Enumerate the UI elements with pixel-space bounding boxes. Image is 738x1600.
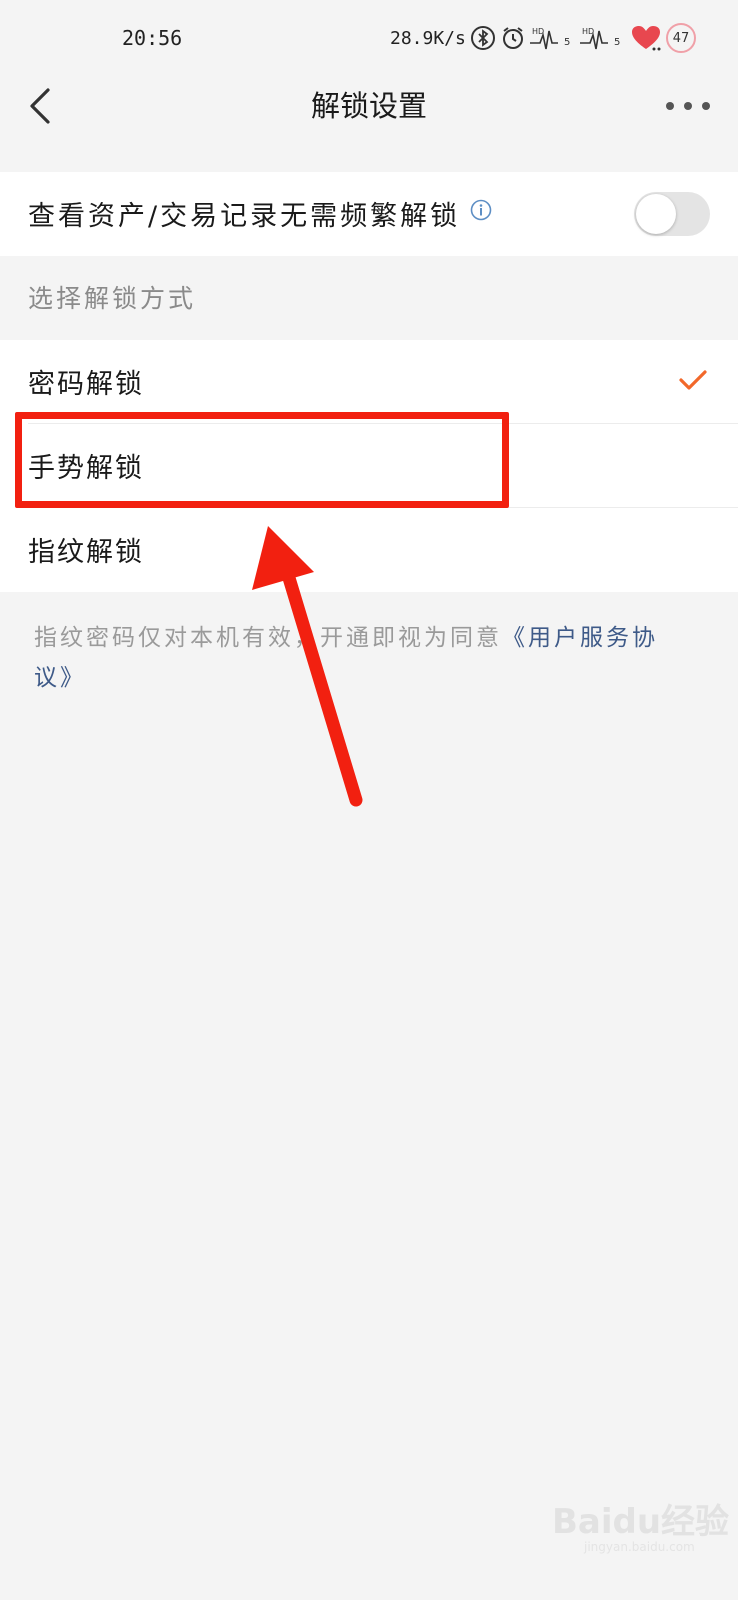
status-time: 20:56: [122, 26, 183, 50]
info-icon[interactable]: [470, 199, 492, 221]
toggle-knob: [636, 194, 676, 234]
page-title: 解锁设置: [310, 89, 427, 123]
battery-ring-icon: 47: [666, 23, 696, 53]
quick-view-row: 查看资产/交易记录无需频繁解锁: [0, 172, 738, 256]
status-bar: 20:56 28.9K/s HD 5 HD 5 47: [0, 0, 738, 70]
network-speed: 28.9K/s: [390, 28, 466, 49]
footnote-text: 指纹密码仅对本机有效，开通即视为同意: [34, 625, 502, 651]
alarm-icon: [503, 27, 523, 49]
more-dot: [666, 102, 674, 110]
signal-hd-5-icon: HD 5: [580, 27, 620, 50]
check-icon: [679, 370, 707, 390]
unlock-method-label: 密码解锁: [28, 369, 144, 400]
status-icons: HD 5 HD 5 47: [470, 22, 696, 54]
section-label: 选择解锁方式: [28, 284, 197, 313]
bluetooth-icon: [471, 26, 495, 50]
nav-bar: 解锁设置: [0, 70, 738, 142]
quick-view-label: 查看资产/交易记录无需频繁解锁: [28, 201, 461, 232]
more-options-icon[interactable]: [666, 92, 710, 120]
heart-icon: [632, 26, 661, 51]
more-dot: [702, 102, 710, 110]
signal-hd-5-icon: HD 5: [530, 27, 570, 50]
unlock-method-label: 指纹解锁: [28, 537, 144, 568]
watermark-url: jingyan.baidu.com: [584, 1540, 695, 1554]
quick-view-toggle[interactable]: [634, 192, 710, 236]
svg-text:5: 5: [614, 37, 620, 48]
footnote: 指纹密码仅对本机有效，开通即视为同意《用户服务协议》: [34, 618, 694, 698]
more-dot: [684, 102, 692, 110]
watermark-brand: Baidu经验: [552, 1502, 730, 1542]
back-arrow-icon[interactable]: [22, 82, 62, 130]
unlock-method-fingerprint[interactable]: 指纹解锁: [0, 508, 738, 592]
annotation-highlight-box: [15, 412, 509, 508]
svg-text:5: 5: [564, 37, 570, 48]
